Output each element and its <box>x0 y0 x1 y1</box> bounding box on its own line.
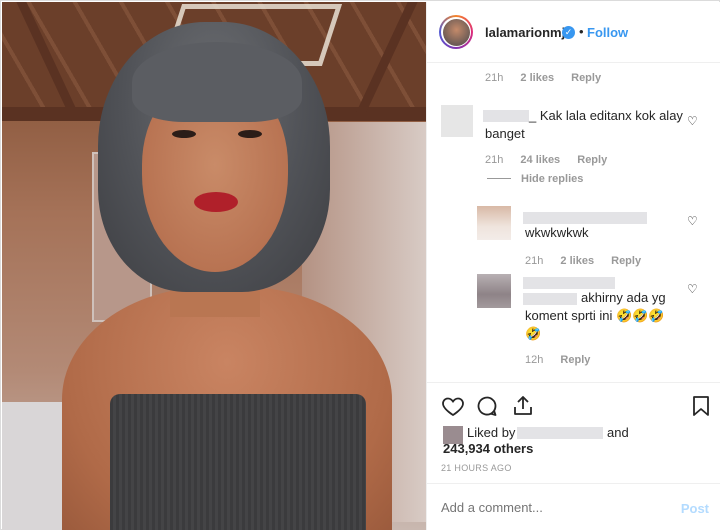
comment-time[interactable]: 21h <box>485 154 503 166</box>
post-frame: lalamarionmj ✓ • Follow 21h 2 likes Repl… <box>0 0 720 530</box>
hide-replies-row: Hide replies <box>521 173 597 185</box>
divider <box>487 178 511 179</box>
separator-dot: • <box>579 24 584 39</box>
avatar[interactable] <box>439 15 473 49</box>
hide-replies-button[interactable]: Hide replies <box>521 173 583 185</box>
comment-time[interactable]: 21h <box>525 255 543 267</box>
share-icon[interactable] <box>511 394 535 418</box>
eye <box>238 130 262 138</box>
comment-text: akhirny ada yg koment sprti ini 🤣🤣🤣 🤣 <box>525 290 666 341</box>
username-link[interactable]: lalamarionmj <box>485 25 565 40</box>
comment-likes[interactable]: 2 likes <box>560 255 594 267</box>
avatar[interactable] <box>477 206 511 240</box>
follow-button[interactable]: Follow <box>587 25 628 40</box>
comment-icon[interactable] <box>475 394 499 418</box>
comment-input[interactable] <box>441 500 661 515</box>
post-photo[interactable] <box>2 2 426 530</box>
reply-button[interactable]: Reply <box>577 154 607 166</box>
post-button[interactable]: Post <box>681 501 709 516</box>
blurred-liker[interactable] <box>517 427 603 439</box>
reply-button[interactable]: Reply <box>571 72 601 84</box>
reply-button[interactable]: Reply <box>560 354 590 366</box>
heart-icon[interactable]: ♡ <box>687 115 699 127</box>
bookmark-icon[interactable] <box>689 394 713 418</box>
blurred-username[interactable] <box>523 212 647 224</box>
likes-and: and <box>607 425 629 440</box>
add-comment-bar: Post <box>427 483 720 530</box>
comment-time[interactable]: 12h <box>525 354 543 366</box>
comment-meta: 12h Reply <box>525 354 604 366</box>
comment-time[interactable]: 21h <box>485 72 503 84</box>
comment-meta: 21h 2 likes Reply <box>485 72 615 84</box>
lips <box>194 192 238 212</box>
tube-top <box>110 394 366 530</box>
reply-button[interactable]: Reply <box>611 255 641 267</box>
comment-text: wkwkwkwk <box>525 225 589 240</box>
avatar[interactable] <box>441 105 473 137</box>
comment-meta: 21h 24 likes Reply <box>485 154 621 166</box>
comment-meta: 21h 2 likes Reply <box>525 255 655 267</box>
blurred-username[interactable] <box>523 277 615 289</box>
likes-count[interactable]: 243,934 others <box>443 440 533 458</box>
heart-icon[interactable]: ♡ <box>687 215 699 227</box>
heart-icon[interactable]: ♡ <box>687 283 699 295</box>
heart-icon[interactable] <box>441 394 465 418</box>
post-timestamp[interactable]: 21 HOURS AGO <box>441 463 512 473</box>
eye <box>172 130 196 138</box>
avatar[interactable] <box>477 274 511 308</box>
comment-likes[interactable]: 2 likes <box>520 72 554 84</box>
comment-likes[interactable]: 24 likes <box>520 154 560 166</box>
verified-badge-icon: ✓ <box>562 26 575 39</box>
liked-by-label: Liked by <box>467 425 516 440</box>
bangs <box>132 42 302 122</box>
post-header: lalamarionmj ✓ • Follow <box>427 2 720 63</box>
comments-panel: lalamarionmj ✓ • Follow 21h 2 likes Repl… <box>426 2 720 530</box>
divider <box>427 382 720 383</box>
comment-text: _ Kak lala editanx kok alay banget <box>485 108 683 141</box>
